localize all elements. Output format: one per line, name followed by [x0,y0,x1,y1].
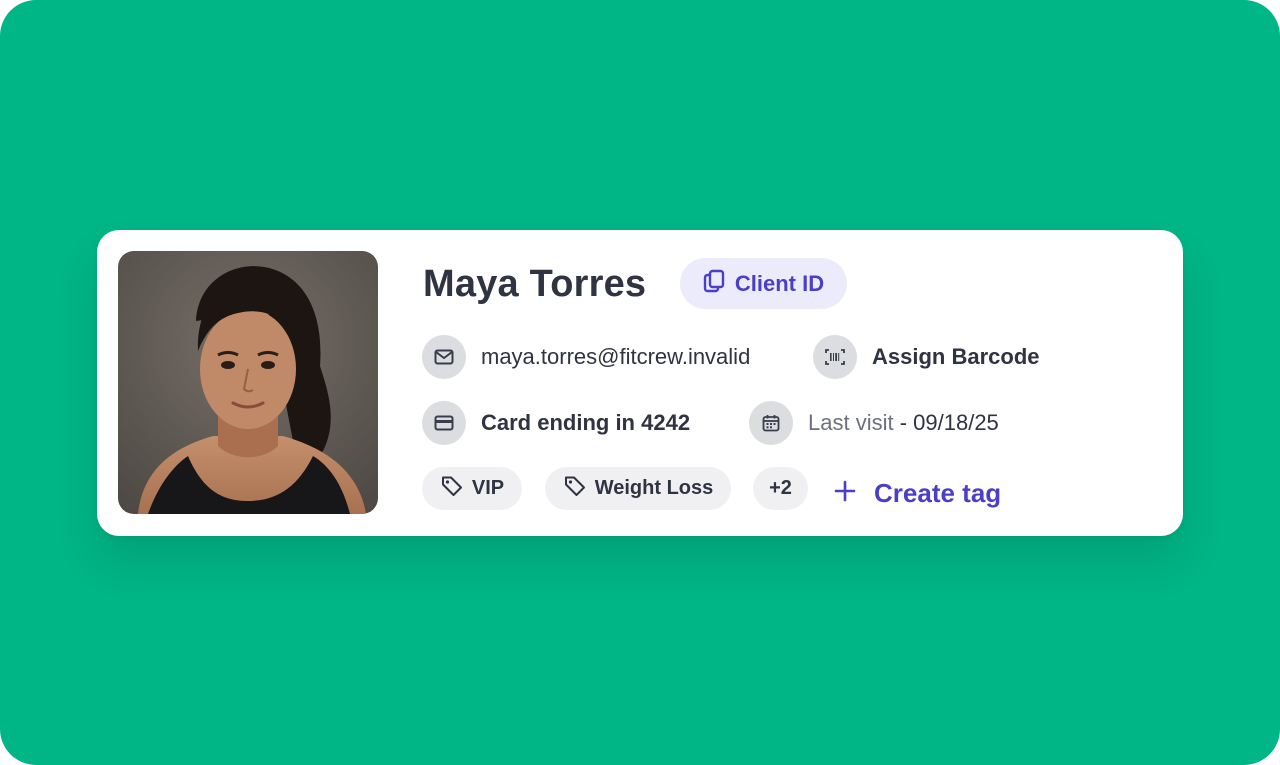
tag-label: VIP [471,477,505,499]
create-tag-label: Create tag [874,477,1002,508]
last-visit-date: 09/18/25 [913,410,999,435]
client-profile-card: Maya Torres Client ID maya.torres@fitcre… [97,230,1183,536]
tag-icon [563,474,587,504]
barcode-icon [813,335,857,379]
email-text: maya.torres@fitcrew.invalid [481,344,751,369]
client-id-label: Client ID [734,270,825,296]
background-canvas: Maya Torres Client ID maya.torres@fitcre… [0,0,1280,765]
assign-barcode-label: Assign Barcode [872,344,1040,369]
tag-chip-vip[interactable]: VIP [422,467,522,510]
credit-card-icon [422,401,466,445]
last-visit-label: Last visit [808,410,894,435]
more-tags-count: +2 [769,477,792,499]
tag-icon [440,474,464,504]
avatar [118,251,378,514]
create-tag-button[interactable]: Create tag [834,471,1001,515]
client-id-button[interactable]: Client ID [680,258,847,309]
tag-chip-weight-loss[interactable]: Weight Loss [545,467,731,510]
tag-label: Weight Loss [594,477,714,499]
copy-icon [703,269,725,298]
payment-card-row: Card ending in 4242 [422,401,690,445]
plus-icon [834,478,856,509]
calendar-icon [749,401,793,445]
last-visit-text: Last visit - 09/18/25 [808,410,999,436]
last-visit-separator: - [893,410,914,435]
last-visit-row: Last visit - 09/18/25 [749,401,999,445]
card-text: Card ending in 4242 [481,410,691,435]
client-name: Maya Torres [423,263,647,305]
mail-icon [422,335,466,379]
more-tags-chip[interactable]: +2 [753,467,808,510]
email-row: maya.torres@fitcrew.invalid [422,335,750,379]
assign-barcode-button[interactable]: Assign Barcode [813,335,1040,379]
